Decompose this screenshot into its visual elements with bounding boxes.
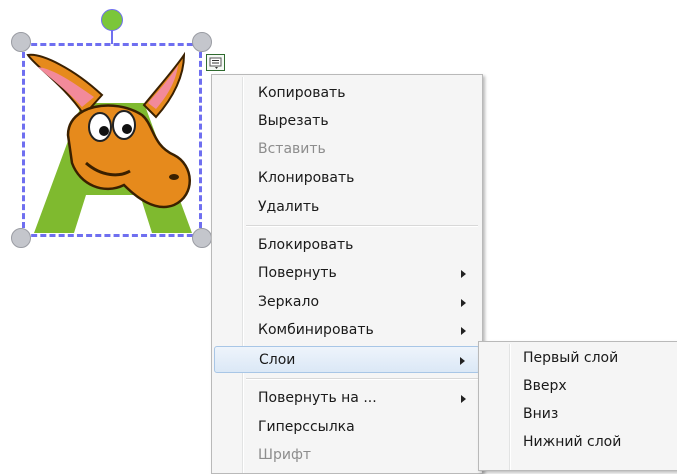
layers-submenu: Первый слой Вверх Вниз Нижний слой <box>478 341 677 471</box>
menu-item-paste: Вставить <box>214 136 480 163</box>
submenu-item-label: Вниз <box>523 406 559 422</box>
menu-item-layers[interactable]: Слои <box>214 346 480 373</box>
menu-item-cut[interactable]: Вырезать <box>214 108 480 135</box>
selection-frame <box>22 43 202 237</box>
selected-picture-object[interactable] <box>0 0 240 260</box>
object-menu-button[interactable] <box>206 54 225 71</box>
submenu-item-label: Нижний слой <box>523 434 622 450</box>
menu-item-combine[interactable]: Комбинировать <box>214 317 480 344</box>
menu-item-label: Клонировать <box>258 170 355 186</box>
context-menu: Копировать Вырезать Вставить Клонировать… <box>211 74 483 474</box>
menu-item-delete[interactable]: Удалить <box>214 194 480 221</box>
submenu-item-send-backward[interactable]: Вниз <box>481 401 677 428</box>
rotate-handle[interactable] <box>101 9 123 31</box>
submenu-arrow-icon <box>461 395 466 403</box>
menu-item-label: Вырезать <box>258 113 329 129</box>
menu-item-label: Повернуть на ... <box>258 390 377 406</box>
menu-item-lock[interactable]: Блокировать <box>214 232 480 259</box>
resize-handle-top-right[interactable] <box>192 32 212 52</box>
menu-item-clone[interactable]: Клонировать <box>214 165 480 192</box>
menu-item-label: Повернуть <box>258 265 337 281</box>
menu-item-label: Копировать <box>258 85 346 101</box>
menu-item-rotate[interactable]: Повернуть <box>214 260 480 287</box>
submenu-arrow-icon <box>461 270 466 278</box>
menu-separator <box>246 378 478 380</box>
resize-handle-bottom-left[interactable] <box>11 228 31 248</box>
menu-list-icon <box>209 57 222 69</box>
menu-separator <box>246 225 478 227</box>
submenu-item-send-to-back[interactable]: Нижний слой <box>481 429 677 456</box>
menu-item-label: Гиперссылка <box>258 419 355 435</box>
submenu-item-label: Первый слой <box>523 350 619 366</box>
menu-item-hyperlink[interactable]: Гиперссылка <box>214 414 480 441</box>
menu-item-label: Комбинировать <box>258 322 374 338</box>
submenu-arrow-icon <box>461 299 466 307</box>
menu-item-label: Блокировать <box>258 237 354 253</box>
menu-item-mirror[interactable]: Зеркало <box>214 289 480 316</box>
submenu-arrow-icon <box>460 357 465 365</box>
menu-item-rotate-by[interactable]: Повернуть на ... <box>214 385 480 412</box>
resize-handle-top-left[interactable] <box>11 32 31 52</box>
menu-item-label: Удалить <box>258 199 320 215</box>
menu-item-label: Вставить <box>258 141 326 157</box>
submenu-item-bring-forward[interactable]: Вверх <box>481 373 677 400</box>
menu-item-copy[interactable]: Копировать <box>214 80 480 107</box>
submenu-item-bring-to-front[interactable]: Первый слой <box>481 345 677 372</box>
submenu-item-label: Вверх <box>523 378 567 394</box>
menu-item-label: Зеркало <box>258 294 320 310</box>
menu-item-label: Слои <box>259 352 296 368</box>
submenu-arrow-icon <box>461 327 466 335</box>
resize-handle-bottom-right[interactable] <box>192 228 212 248</box>
